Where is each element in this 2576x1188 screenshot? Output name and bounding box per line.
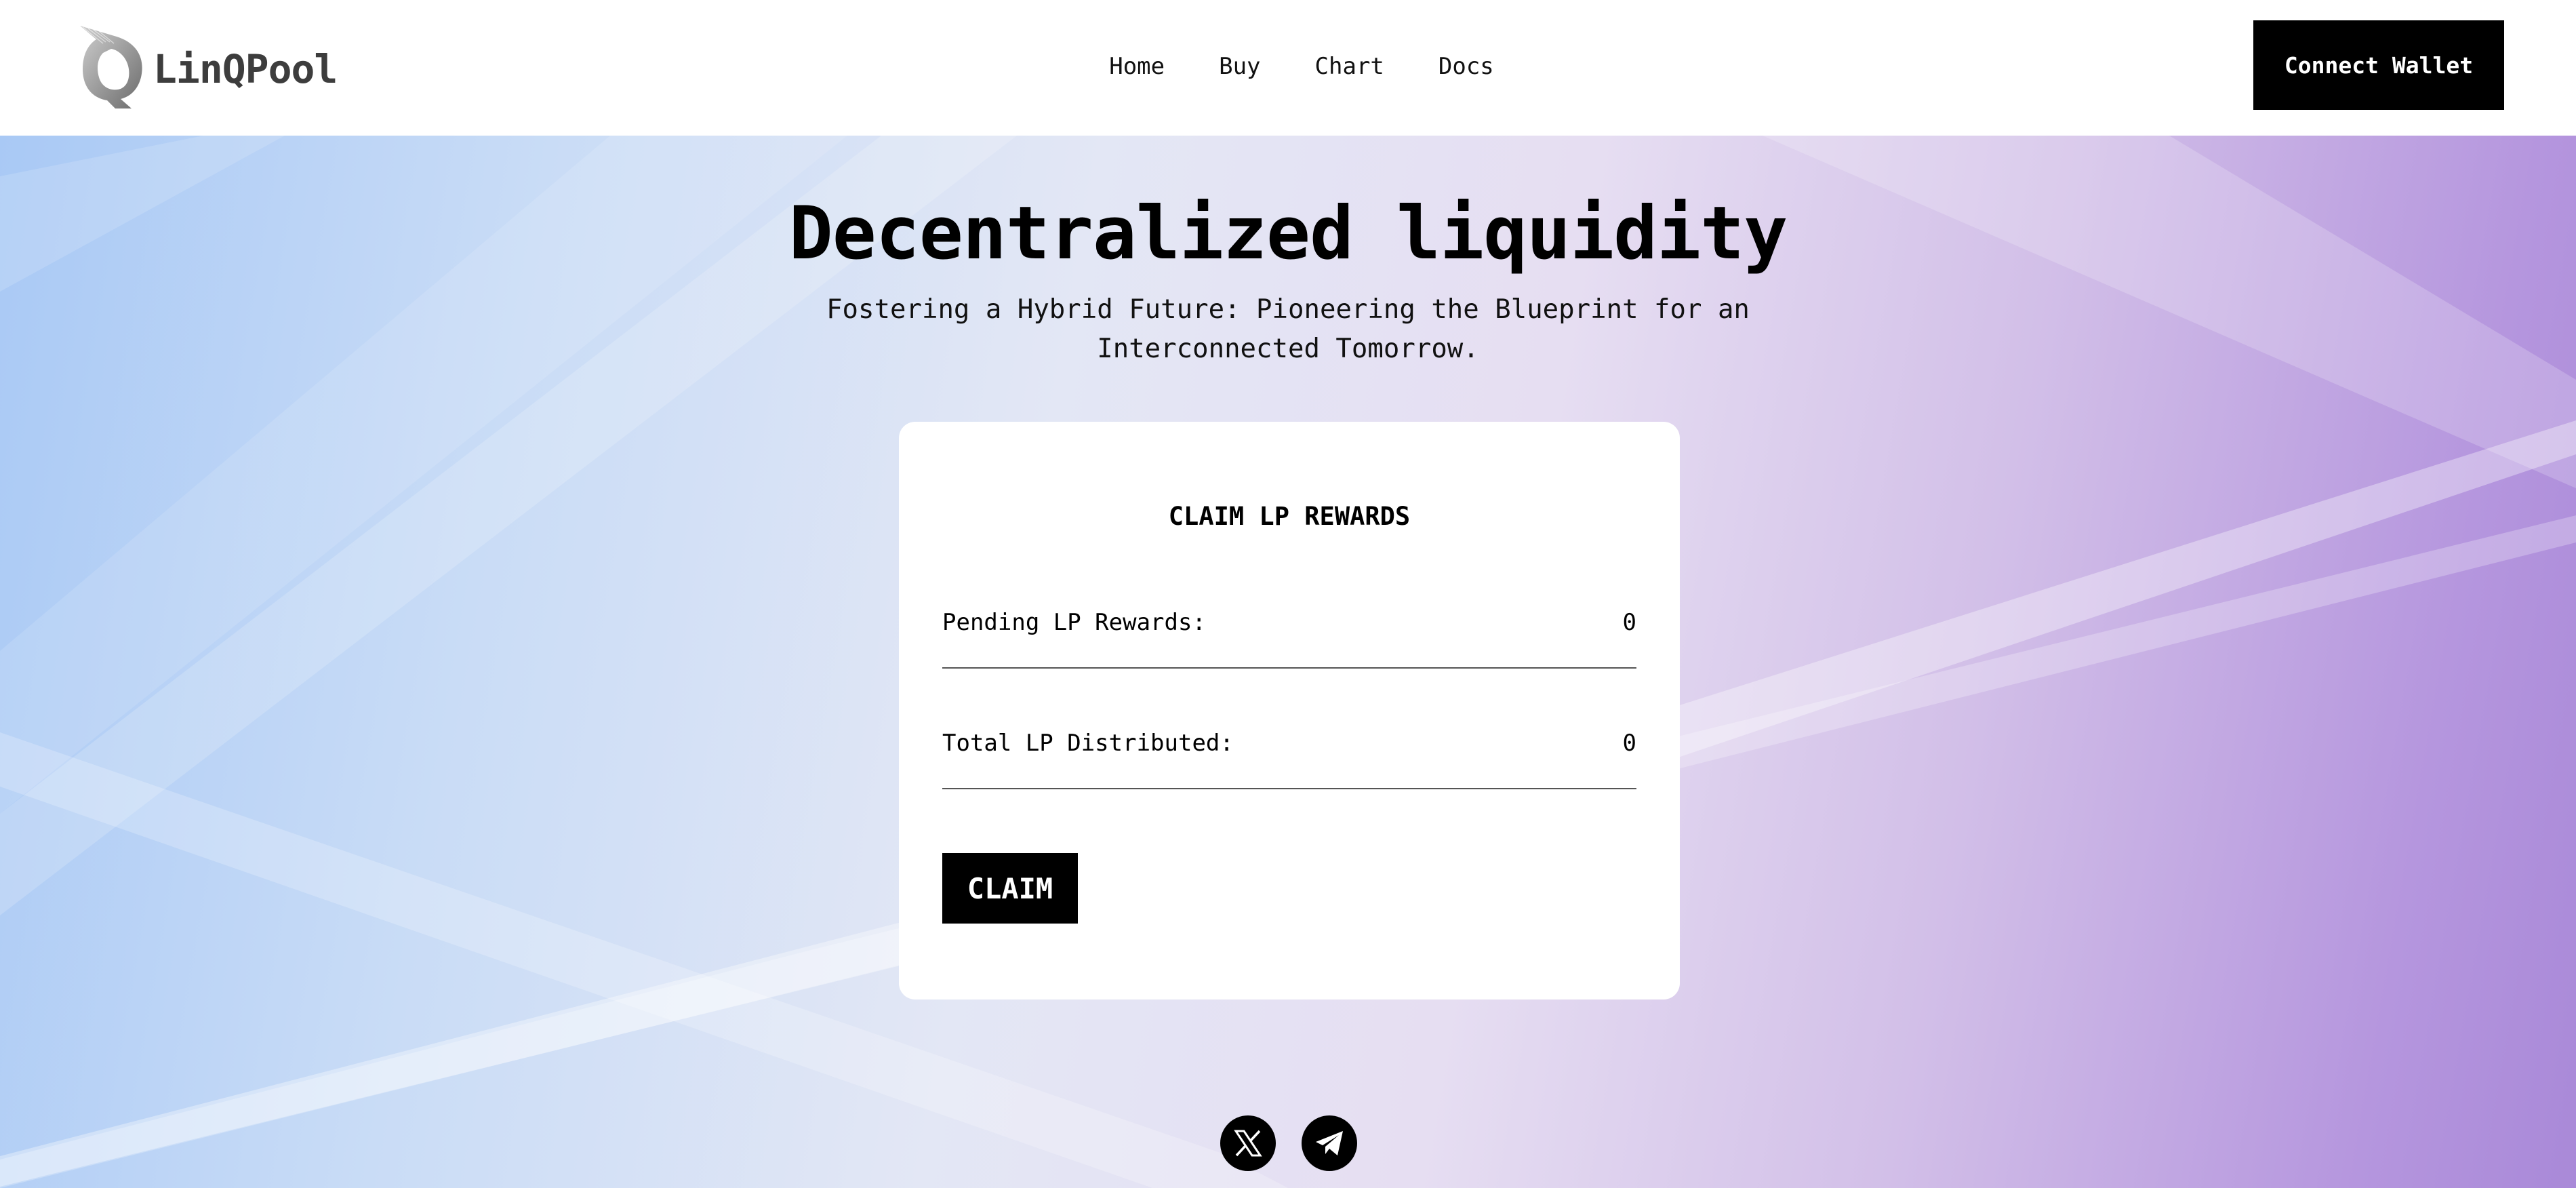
telegram-icon[interactable]: [1302, 1115, 1357, 1171]
total-distributed-value: 0: [1622, 730, 1636, 757]
nav-home-link[interactable]: Home: [1109, 53, 1165, 80]
site-header: LinQPool Home Buy Chart Docs Connect Wal…: [0, 0, 2576, 136]
pending-rewards-label: Pending LP Rewards:: [942, 609, 1206, 636]
total-distributed-row: Total LP Distributed: 0: [942, 715, 1636, 789]
logo-q-icon: [80, 26, 142, 108]
claim-card: CLAIM LP REWARDS Pending LP Rewards: 0 T…: [899, 422, 1680, 999]
pending-rewards-value: 0: [1622, 609, 1636, 636]
connect-wallet-button[interactable]: Connect Wallet: [2253, 20, 2504, 110]
logo[interactable]: LinQPool: [76, 23, 338, 110]
brand-name: LinQPool: [153, 46, 338, 92]
main-nav: Home Buy Chart Docs: [0, 0, 2576, 133]
nav-chart-link[interactable]: Chart: [1315, 53, 1384, 80]
hero-subtitle: Fostering a Hybrid Future: Pioneering th…: [826, 294, 1750, 364]
x-icon[interactable]: [1220, 1115, 1276, 1171]
nav-docs-link[interactable]: Docs: [1438, 53, 1494, 80]
total-distributed-label: Total LP Distributed:: [942, 730, 1234, 757]
nav-buy-link[interactable]: Buy: [1219, 53, 1260, 80]
claim-button[interactable]: CLAIM: [942, 853, 1078, 924]
card-title: CLAIM LP REWARDS: [1168, 502, 1411, 531]
social-links: [1220, 1115, 1357, 1171]
hero-title: Decentralized liquidity: [788, 191, 1788, 276]
pending-rewards-row: Pending LP Rewards: 0: [942, 594, 1636, 669]
hero-section: Decentralized liquidity Fostering a Hybr…: [0, 136, 2576, 1188]
